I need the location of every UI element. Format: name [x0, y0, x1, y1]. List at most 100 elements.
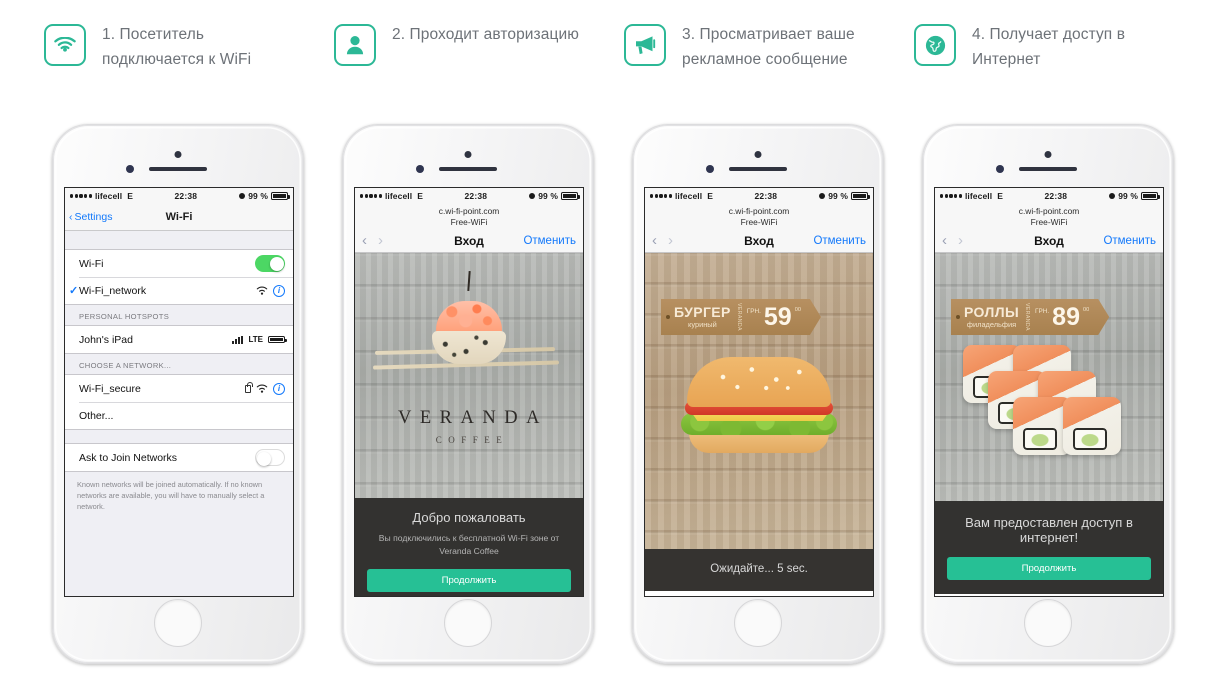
step-3-label: 3. Просматривает ваше рекламное сообщени…: [682, 26, 855, 68]
proximity-sensor: [126, 165, 134, 173]
chevron-left-icon: ‹: [69, 211, 73, 223]
network-info-button[interactable]: i: [273, 382, 285, 395]
wifi-signal-icon: [256, 384, 268, 393]
globe-icon: [914, 24, 956, 66]
home-button[interactable]: [1024, 599, 1072, 647]
choose-network-header: CHOOSE A NETWORK...: [79, 361, 172, 370]
tag-product-name: БУРГЕР: [674, 303, 731, 320]
continue-button[interactable]: Продолжить: [947, 557, 1151, 580]
step-4-label: 4. Получает доступ в Интернет: [972, 26, 1126, 68]
phone-2-screen: lifecell E 22:38 99 % c.wi-fi-point.com …: [354, 187, 584, 597]
veranda-hero-image: VERANDA COFFEE: [355, 253, 583, 498]
phone-1-screen: lifecell E 22:38 99 % ‹ Settings Wi-Fi W…: [64, 187, 294, 597]
cellular-bars-icon: [232, 335, 244, 344]
home-button[interactable]: [444, 599, 492, 647]
back-to-settings-button[interactable]: ‹ Settings: [69, 211, 112, 223]
step-1: 1. Посетитель подключается к WiFi: [44, 22, 334, 72]
brand-subtitle: COFFEE: [435, 435, 509, 445]
back-label: Settings: [74, 211, 113, 223]
connected-network-label: Wi-Fi_network: [79, 284, 147, 297]
row-connected-network[interactable]: ✓ Wi-Fi_network i: [65, 277, 293, 304]
clock-label: 22:38: [1044, 191, 1068, 201]
row-network-secure[interactable]: Wi-Fi_secure i: [65, 375, 293, 402]
tag-hole-icon: [956, 315, 960, 319]
front-camera: [1044, 151, 1052, 158]
carrier-label: lifecell: [674, 191, 703, 201]
url-host-label: c.wi-fi-point.com: [1018, 206, 1080, 216]
home-button[interactable]: [734, 599, 782, 647]
browser-toolbar: ‹ › Вход Отменить: [935, 229, 1163, 252]
continue-button[interactable]: Продолжить: [367, 569, 571, 592]
other-network-label: Other...: [79, 409, 114, 422]
battery-icon: [1141, 192, 1160, 200]
url-host-label: c.wi-fi-point.com: [728, 206, 790, 216]
status-bar: lifecell E 22:38 99 %: [355, 188, 583, 204]
cancel-button[interactable]: Отменить: [813, 235, 866, 247]
status-bar: lifecell E 22:38 99 %: [65, 188, 293, 204]
network-info-button[interactable]: i: [273, 284, 285, 297]
access-granted-panel: Вам предоставлен доступ в интернет! Прод…: [935, 501, 1163, 594]
row-ask-to-join[interactable]: Ask to Join Networks: [65, 444, 293, 471]
price-tag: РОЛЛЫ филадельфия VERANDA ГРН. 89 00: [951, 299, 1109, 335]
proximity-sensor: [416, 165, 424, 173]
front-camera: [174, 151, 182, 158]
url-host-label: c.wi-fi-point.com: [438, 206, 500, 216]
status-bar: lifecell E 22:38 99 %: [645, 188, 873, 204]
phone-2: lifecell E 22:38 99 % c.wi-fi-point.com …: [342, 124, 594, 664]
wifi-group: Wi-Fi ✓ Wi-Fi_network i: [65, 249, 293, 305]
battery-percent-label: 99 %: [828, 191, 848, 201]
phones-row: lifecell E 22:38 99 % ‹ Settings Wi-Fi W…: [0, 124, 1214, 664]
tag-currency: ГРН.: [746, 308, 761, 315]
carrier-label: lifecell: [94, 191, 123, 201]
browser-toolbar: ‹ › Вход Отменить: [645, 229, 873, 252]
url-display: c.wi-fi-point.com Free-WiFi: [355, 206, 583, 229]
proximity-sensor: [706, 165, 714, 173]
battery-icon: [851, 192, 870, 200]
signal-dots-icon: [650, 194, 672, 198]
tag-product-sub: куриный: [688, 319, 717, 329]
tag-price: 89: [1052, 302, 1080, 331]
decorative-mark: [467, 270, 471, 292]
wifi-switch[interactable]: [255, 255, 285, 272]
clock-label: 22:38: [754, 191, 778, 201]
phone-4: lifecell E 22:38 99 % c.wi-fi-point.com …: [922, 124, 1174, 664]
step-2: 2. Проходит авторизацию: [334, 22, 624, 72]
secure-network-label: Wi-Fi_secure: [79, 382, 141, 395]
megaphone-icon: [624, 24, 666, 66]
row-hotspot-ipad[interactable]: John's iPad LTE: [65, 326, 293, 353]
status-bar: lifecell E 22:38 99 %: [935, 188, 1163, 204]
price-tag: БУРГЕР куриный VERANDA ГРН. 59 00: [661, 299, 821, 335]
url-network-label: Free-WiFi: [740, 216, 778, 227]
alarm-icon: [528, 192, 536, 200]
earpiece-speaker: [729, 167, 787, 171]
wifi-icon: [44, 24, 86, 66]
battery-percent-label: 99 %: [248, 191, 268, 201]
tag-product-name: РОЛЛЫ: [964, 303, 1020, 320]
row-wifi-toggle[interactable]: Wi-Fi: [65, 250, 293, 277]
front-camera: [754, 151, 762, 158]
ask-to-join-label: Ask to Join Networks: [79, 451, 178, 464]
signal-dots-icon: [360, 194, 382, 198]
battery-icon: [561, 192, 580, 200]
checkmark-icon: ✓: [69, 285, 79, 297]
clock-label: 22:38: [174, 191, 198, 201]
tag-price: 59: [763, 302, 792, 331]
captive-browser-bar: c.wi-fi-point.com Free-WiFi ‹ › Вход Отм…: [935, 204, 1163, 253]
url-network-label: Free-WiFi: [450, 216, 488, 227]
access-granted-title: Вам предоставлен доступ в интернет!: [965, 515, 1133, 545]
cancel-button[interactable]: Отменить: [1103, 235, 1156, 247]
phone-slot-2: lifecell E 22:38 99 % c.wi-fi-point.com …: [342, 124, 632, 664]
home-button[interactable]: [154, 599, 202, 647]
rolls-ad-image: РОЛЛЫ филадельфия VERANDA ГРН. 89 00: [935, 253, 1163, 501]
cancel-button[interactable]: Отменить: [523, 235, 576, 247]
url-display: c.wi-fi-point.com Free-WiFi: [645, 206, 873, 229]
burger-ad-image: БУРГЕР куриный VERANDA ГРН. 59 00: [645, 253, 873, 549]
welcome-panel: Добро пожаловать Вы подключились к беспл…: [355, 498, 583, 596]
phone-slot-1: lifecell E 22:38 99 % ‹ Settings Wi-Fi W…: [52, 124, 342, 664]
row-network-other[interactable]: Other...: [65, 402, 293, 429]
tag-kopecks: 00: [794, 307, 801, 313]
ask-to-join-switch[interactable]: [255, 449, 285, 466]
wait-panel: Ожидайте... 5 sec.: [645, 549, 873, 591]
sushi-photo: [432, 301, 506, 364]
